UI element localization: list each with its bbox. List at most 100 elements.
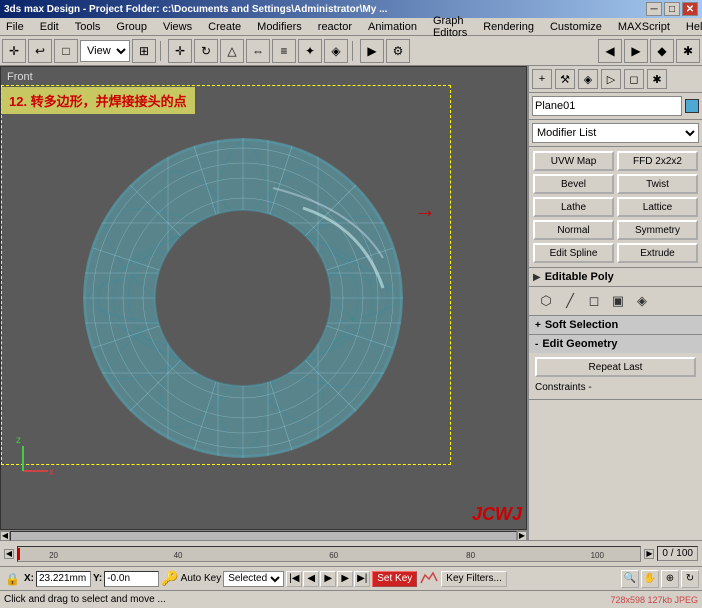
menu-help[interactable]: Help [682, 20, 702, 34]
timeline-prev-btn[interactable]: ◀ [4, 549, 14, 559]
normal-btn[interactable]: Normal [533, 220, 614, 240]
soft-selection-toggle: + [535, 320, 541, 331]
ep-vertex-icon[interactable]: ⬡ [537, 292, 555, 310]
svg-text:x: x [49, 467, 54, 478]
navigation-icons: 🔍 ✋ ⊕ ↻ [621, 570, 699, 588]
lattice-btn[interactable]: Lattice [617, 197, 698, 217]
menu-create[interactable]: Create [204, 20, 245, 34]
lathe-btn[interactable]: Lathe [533, 197, 614, 217]
instruction-box: 12. 转多边形，并焊接接头的点 [1, 87, 195, 114]
go-start-btn[interactable]: |◀ [286, 571, 302, 587]
soft-selection-header[interactable]: + Soft Selection [529, 316, 702, 334]
create-icon-btn[interactable]: + [532, 69, 552, 89]
nav-zoom-btn[interactable]: 🔍 [621, 570, 639, 588]
align-tool[interactable]: ≡ [272, 39, 296, 63]
close-button[interactable]: ✕ [682, 2, 698, 16]
right-tool-4[interactable]: ✱ [676, 39, 700, 63]
extrude-btn[interactable]: Extrude [617, 243, 698, 263]
timeline-next-btn[interactable]: ▶ [644, 549, 654, 559]
viewport-hscroll[interactable]: ◀ ▶ [0, 530, 527, 540]
compass-tool[interactable]: ✛ [2, 39, 26, 63]
view-select[interactable]: View [80, 40, 130, 62]
mirror-tool[interactable]: ⇔ [246, 39, 270, 63]
snap-tool[interactable]: ✦ [298, 39, 322, 63]
next-frame-btn[interactable]: ▶ [337, 571, 353, 587]
right-tool-2[interactable]: ▶ [624, 39, 648, 63]
undo-tool[interactable]: ↩ [28, 39, 52, 63]
menu-reactor[interactable]: reactor [314, 20, 356, 34]
object-name-input[interactable] [532, 96, 682, 116]
modifier-list-row: Modifier List [529, 120, 702, 147]
maximize-button[interactable]: □ [664, 2, 680, 16]
hierarchy-icon-btn[interactable]: ◈ [578, 69, 598, 89]
scroll-right-btn[interactable]: ▶ [517, 531, 527, 541]
watermark: JCWJ [472, 504, 522, 525]
menu-customize[interactable]: Customize [546, 20, 606, 34]
menu-views[interactable]: Views [159, 20, 196, 34]
select-tool[interactable]: □ [54, 39, 78, 63]
animation-mode-select[interactable]: Selected [223, 571, 284, 587]
motion-icon-btn[interactable]: ▷ [601, 69, 621, 89]
time-display: 0 / 100 [657, 546, 698, 561]
lock-icon[interactable]: 🔒 [3, 572, 22, 586]
nav-zoom-all-btn[interactable]: ⊕ [661, 570, 679, 588]
ep-element-icon[interactable]: ◈ [633, 292, 651, 310]
ffd-btn[interactable]: FFD 2x2x2 [617, 151, 698, 171]
menu-modifiers[interactable]: Modifiers [253, 20, 306, 34]
timeline-ticks: 20 40 60 80 100 [18, 547, 640, 561]
menu-tools[interactable]: Tools [71, 20, 105, 34]
playback-controls: |◀ ◀ ▶ ▶ ▶| [286, 571, 370, 587]
render-tool[interactable]: ▶ [360, 39, 384, 63]
utilities-icon-btn[interactable]: ✱ [647, 69, 667, 89]
material-tool[interactable]: ◈ [324, 39, 348, 63]
y-coord-input[interactable] [104, 571, 159, 587]
menu-file[interactable]: File [2, 20, 28, 34]
ep-edge-icon[interactable]: ╱ [561, 292, 579, 310]
edit-geometry-header[interactable]: - Edit Geometry [529, 335, 702, 353]
ep-polygon-icon[interactable]: ▣ [609, 292, 627, 310]
display-icon-btn[interactable]: ◻ [624, 69, 644, 89]
nav-orbit-btn[interactable]: ↻ [681, 570, 699, 588]
minimize-button[interactable]: ─ [646, 2, 662, 16]
bevel-btn[interactable]: Bevel [533, 174, 614, 194]
edit-spline-btn[interactable]: Edit Spline [533, 243, 614, 263]
right-tool-3[interactable]: ◆ [650, 39, 674, 63]
y-label: Y: [93, 573, 102, 584]
bottom-info-bar: Click and drag to select and move ... 72… [0, 590, 702, 608]
set-key-btn[interactable]: Set Key [372, 571, 417, 587]
menu-animation[interactable]: Animation [364, 20, 421, 34]
play-btn[interactable]: ▶ [320, 571, 336, 587]
menu-rendering[interactable]: Rendering [479, 20, 538, 34]
menu-graph-editors[interactable]: Graph Editors [429, 14, 471, 40]
modifier-list-select[interactable]: Modifier List [532, 123, 699, 143]
object-tool[interactable]: ⊞ [132, 39, 156, 63]
menu-bar: File Edit Tools Group Views Create Modif… [0, 18, 702, 36]
scroll-track[interactable] [10, 531, 517, 541]
menu-group[interactable]: Group [112, 20, 151, 34]
prev-frame-btn[interactable]: ◀ [303, 571, 319, 587]
object-color-swatch[interactable] [685, 99, 699, 113]
uvw-map-btn[interactable]: UVW Map [533, 151, 614, 171]
ep-border-icon[interactable]: ◻ [585, 292, 603, 310]
twist-btn[interactable]: Twist [617, 174, 698, 194]
x-coord-input[interactable] [36, 571, 91, 587]
axes-svg: x z [13, 431, 68, 486]
nav-pan-btn[interactable]: ✋ [641, 570, 659, 588]
key-filters-btn[interactable]: Key Filters... [441, 571, 507, 587]
move-tool[interactable]: ✛ [168, 39, 192, 63]
symmetry-btn[interactable]: Symmetry [617, 220, 698, 240]
menu-maxscript[interactable]: MAXScript [614, 20, 674, 34]
svg-text:80: 80 [466, 551, 475, 560]
timeline-track[interactable]: 20 40 60 80 100 [17, 546, 641, 562]
viewport[interactable]: Front 12. 转多边形，并焊接接头的点 → [0, 66, 527, 530]
rotate-tool[interactable]: ↻ [194, 39, 218, 63]
right-tool-1[interactable]: ◀ [598, 39, 622, 63]
modify-icon-btn[interactable]: ⚒ [555, 69, 575, 89]
render-setup-tool[interactable]: ⚙ [386, 39, 410, 63]
menu-edit[interactable]: Edit [36, 20, 63, 34]
go-end-btn[interactable]: ▶| [354, 571, 370, 587]
torus-ring: x [73, 128, 413, 468]
scale-tool[interactable]: △ [220, 39, 244, 63]
scroll-left-btn[interactable]: ◀ [0, 531, 10, 541]
repeat-last-btn[interactable]: Repeat Last [535, 357, 696, 377]
